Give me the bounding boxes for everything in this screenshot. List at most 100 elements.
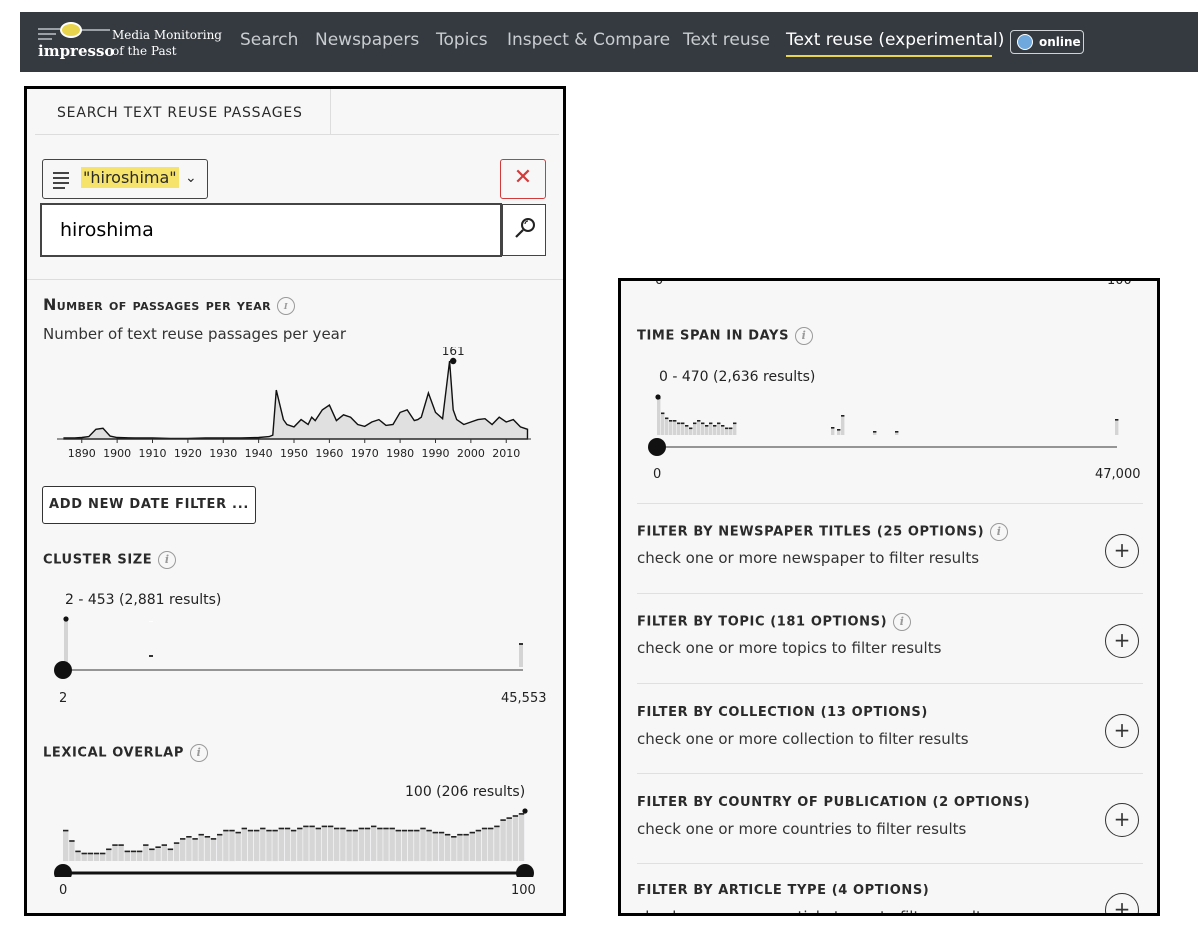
timespan-range-label: 0 - 470 (2,636 results)	[659, 369, 816, 385]
histogram-bar	[192, 838, 198, 861]
histogram-bar	[241, 827, 247, 861]
remove-filter-button[interactable]: ✕	[500, 159, 546, 199]
tab-search-passages[interactable]: SEARCH TEXT REUSE PASSAGES	[35, 89, 331, 135]
histogram-bar-cap	[124, 850, 130, 853]
nav-text-reuse[interactable]: Text reuse	[683, 30, 770, 50]
info-icon[interactable]: i	[277, 296, 295, 315]
info-icon[interactable]: i	[189, 744, 208, 762]
histogram-bar	[1115, 419, 1119, 435]
histogram-bar	[69, 840, 75, 861]
histogram-bar-cap	[69, 840, 75, 842]
histogram-bar-cap	[352, 829, 358, 832]
lexical-slider[interactable]	[53, 797, 537, 877]
histogram-bar-cap	[309, 825, 315, 828]
histogram-bar	[278, 827, 284, 861]
timespan-title: TIME SPAN IN DAYS	[637, 328, 790, 344]
nav-inspect-compare[interactable]: Inspect & Compare	[507, 30, 670, 50]
histogram-bar	[346, 829, 352, 862]
histogram-bar	[352, 829, 358, 862]
histogram-bar	[118, 844, 124, 861]
histogram-bar	[161, 844, 167, 861]
info-icon[interactable]: i	[990, 523, 1009, 541]
histogram-bar-cap	[701, 422, 705, 425]
query-filter-dropdown[interactable]: "hiroshima" ⌄	[42, 159, 208, 199]
histogram-bar-cap	[1115, 419, 1119, 421]
histogram-bar-cap	[87, 852, 93, 855]
filter-title: FILTER BY COLLECTION (13 OPTIONS)	[637, 705, 928, 720]
passages-chart[interactable]: 1890 1900 1910 1920 1930 1940 1950 1960 1970 1980…	[53, 347, 537, 465]
lexical-max-label: 100	[511, 883, 536, 898]
histogram-bar-cap	[689, 427, 693, 430]
tab-divider	[331, 134, 559, 135]
histogram-bar	[475, 829, 482, 862]
filter-separator	[637, 503, 1143, 504]
histogram-bar-cap	[204, 836, 211, 838]
histogram-bar-cap	[831, 427, 835, 429]
histogram-bar	[260, 827, 266, 861]
filter-desc: check one or more newspaper to filter re…	[637, 549, 980, 567]
timespan-max-label: 47,000	[1095, 467, 1141, 482]
lexical-title: LEXICAL OVERLAP	[43, 745, 184, 761]
nav-newspapers[interactable]: Newspapers	[315, 30, 419, 50]
histogram-bar	[198, 833, 204, 861]
info-icon[interactable]: i	[158, 551, 177, 569]
histogram-bar	[63, 829, 69, 862]
search-button[interactable]	[502, 204, 546, 256]
histogram-bar-cap	[709, 422, 713, 425]
brand-tagline-1: Media Monitoring	[112, 28, 222, 42]
cluster-slider[interactable]	[53, 607, 533, 683]
histogram-bar-cap	[315, 827, 321, 830]
globe-icon	[1017, 34, 1033, 50]
info-icon[interactable]: i	[893, 613, 912, 631]
filters-panel: 0 100 TIME SPAN IN DAYS i 0 - 470 (2,636 …	[618, 278, 1160, 916]
histogram-bar	[235, 831, 241, 861]
nav-topics[interactable]: Topics	[436, 30, 488, 50]
histogram-bar	[463, 833, 469, 861]
add-date-filter-button[interactable]: ADD NEW DATE FILTER ...	[42, 486, 256, 524]
histogram-bar	[334, 827, 340, 861]
selected-marker	[655, 394, 661, 400]
slider-handle	[54, 661, 72, 679]
search-input[interactable]	[40, 203, 502, 257]
histogram-bar	[395, 829, 401, 862]
x-tick-label: 2000	[457, 447, 485, 460]
timespan-slider[interactable]	[647, 385, 1131, 461]
x-tick-label: 1910	[139, 447, 167, 460]
histogram-bar-cap	[837, 429, 841, 431]
nav-text-reuse-experimental[interactable]: Text reuse (experimental)	[786, 30, 1004, 50]
histogram-bar-cap	[235, 831, 241, 834]
expand-country-filter-button[interactable]: +	[1105, 803, 1139, 837]
peak-label: 161	[442, 347, 465, 358]
histogram-bar	[106, 848, 112, 861]
histogram-bar	[149, 655, 153, 657]
histogram-bar-cap	[136, 850, 143, 853]
status-badge[interactable]: online	[1010, 30, 1084, 54]
histogram-bar	[389, 827, 395, 861]
expand-newspaper-filter-button[interactable]: +	[1105, 534, 1139, 568]
filter-topic: FILTER BY TOPIC (181 OPTIONS) i check one…	[637, 613, 941, 657]
histogram-bar-cap	[112, 844, 118, 846]
expand-article-type-filter-button[interactable]: +	[1105, 893, 1139, 913]
histogram-bar-cap	[167, 848, 174, 851]
info-icon[interactable]: i	[795, 327, 814, 345]
expand-topic-filter-button[interactable]: +	[1105, 624, 1139, 658]
histogram-bar-cap	[438, 831, 445, 834]
histogram-bar-cap	[444, 833, 451, 836]
histogram-bar	[303, 825, 309, 861]
histogram-bar	[401, 829, 408, 862]
expand-collection-filter-button[interactable]: +	[1105, 714, 1139, 748]
x-tick-label: 1970	[351, 447, 379, 460]
histogram-bar-cap	[729, 427, 733, 430]
histogram-bar	[506, 817, 512, 862]
brand-name[interactable]: impresso	[38, 42, 114, 60]
section-divider	[27, 279, 563, 280]
filter-desc: check one or more topics to filter resul…	[637, 639, 942, 657]
histogram-bar	[297, 827, 303, 861]
cluster-title: CLUSTER SIZE	[43, 552, 153, 568]
histogram-bar	[518, 813, 525, 861]
x-tick-label: 1890	[68, 447, 96, 460]
nav-search[interactable]: Search	[240, 30, 298, 50]
histogram-bar	[180, 838, 186, 861]
histogram-bar-cap	[75, 850, 81, 853]
histogram-bar	[408, 829, 414, 862]
